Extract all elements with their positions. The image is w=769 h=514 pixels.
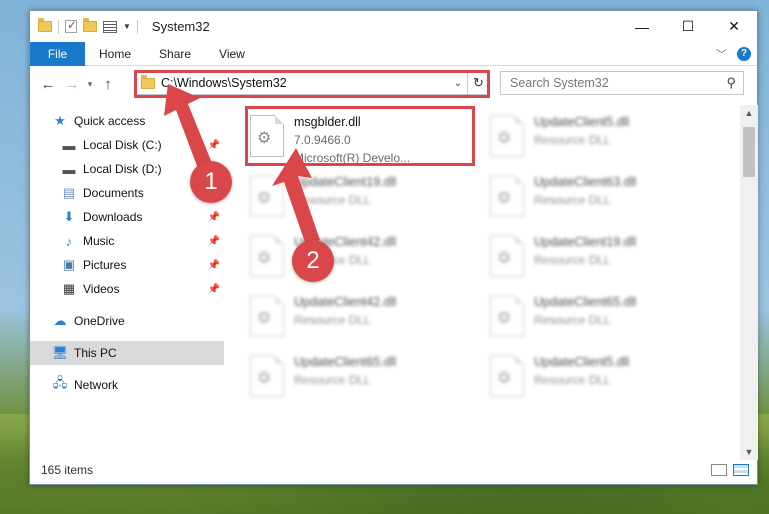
- step-2-badge: 2: [292, 240, 334, 282]
- annotation-arrows: [164, 84, 320, 245]
- step-1-badge: 1: [190, 161, 232, 203]
- arrow-2-icon: [272, 148, 320, 245]
